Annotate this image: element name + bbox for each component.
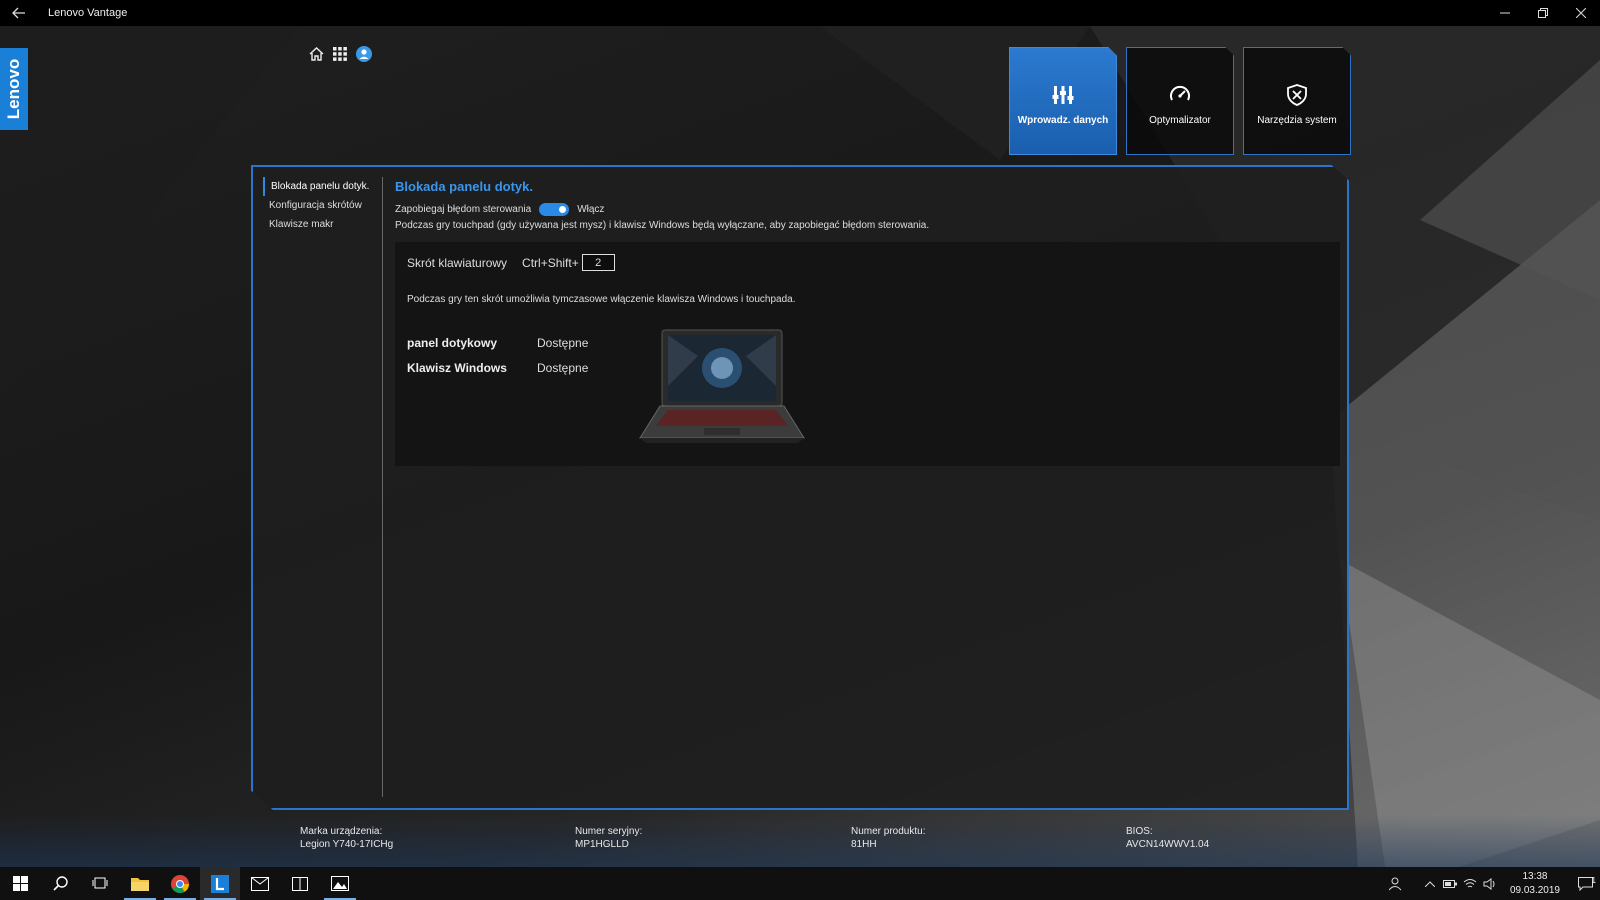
restore-icon[interactable] <box>1524 0 1562 26</box>
lenovo-vantage-icon[interactable] <box>200 867 240 900</box>
status-row: Klawisz Windows Dostępne <box>407 355 588 380</box>
tile-input[interactable]: Wprowadz. danych <box>1009 47 1117 155</box>
prevent-errors-toggle[interactable] <box>539 202 570 216</box>
system-tray: 13:38 09.03.2019 1 <box>1386 867 1600 900</box>
serial-info: Numer seryjny: MP1HGLLD <box>575 825 642 851</box>
main-panel: Blokada panelu dotyk. Konfiguracja skrót… <box>251 165 1349 810</box>
status-value: Dostępne <box>537 360 589 375</box>
input-sliders-icon <box>1052 85 1074 104</box>
home-icon[interactable] <box>308 46 324 62</box>
bios-value: AVCN14WWV1.04 <box>1126 839 1210 850</box>
tile-optimizer[interactable]: Optymalizator <box>1126 47 1234 155</box>
apps-grid-icon[interactable] <box>332 46 348 62</box>
device-info: Marka urządzenia: Legion Y740-17ICHg <box>300 825 393 851</box>
volume-icon[interactable] <box>1480 877 1500 890</box>
tile-input-label: Wprowadz. danych <box>1017 114 1109 126</box>
speedometer-icon <box>1170 85 1190 100</box>
people-icon[interactable] <box>1386 877 1406 891</box>
status-row: panel dotykowy Dostępne <box>407 330 588 355</box>
photos-icon[interactable] <box>320 867 360 900</box>
top-nav-icons <box>308 46 372 62</box>
back-arrow-icon[interactable] <box>0 0 38 26</box>
serial-label: Numer seryjny: <box>575 826 643 837</box>
tile-optimizer-label: Optymalizator <box>1149 114 1211 126</box>
tools-shield-icon <box>1287 83 1307 106</box>
product-label: Numer produktu: <box>851 826 926 837</box>
close-icon[interactable] <box>1562 0 1600 26</box>
logo-text: Lenovo <box>4 58 24 120</box>
product-info: Numer produktu: 81HH <box>851 825 925 851</box>
sidenav-item-touchpad-lock[interactable]: Blokada panelu dotyk. <box>263 177 382 196</box>
wifi-icon[interactable] <box>1460 878 1480 889</box>
title-bar: Lenovo Vantage <box>0 0 1600 26</box>
search-icon[interactable] <box>40 867 80 900</box>
clock[interactable]: 13:38 09.03.2019 <box>1510 870 1560 898</box>
toggle-knob <box>559 205 567 213</box>
page-title: Blokada panelu dotyk. <box>395 179 533 194</box>
bios-label: BIOS: <box>1126 826 1153 837</box>
tile-tools[interactable]: Narzędzia system <box>1243 47 1351 155</box>
clock-time: 13:38 <box>1522 870 1548 882</box>
mail-icon[interactable] <box>240 867 280 900</box>
feature-description: Podczas gry touchpad (gdy używana jest m… <box>395 220 930 231</box>
status-table: panel dotykowy Dostępne Klawisz Windows … <box>407 330 588 380</box>
toggle-state: Włącz <box>577 203 605 215</box>
status-name: Klawisz Windows <box>407 360 507 375</box>
shortcut-combo: Ctrl+Shift+ <box>522 255 579 270</box>
sidenav: Blokada panelu dotyk. Konfiguracja skrót… <box>263 177 383 797</box>
shortcut-description: Podczas gry ten skrót umożliwia tymczaso… <box>407 294 796 305</box>
account-icon[interactable] <box>356 46 372 62</box>
content-area: Blokada panelu dotyk. Zapobiegaj błędom … <box>395 179 1345 466</box>
notification-icon[interactable]: 1 <box>1570 875 1600 891</box>
laptop-image <box>639 329 805 443</box>
device-value: Legion Y740-17ICHg <box>300 839 394 850</box>
notification-count: 1 <box>1591 875 1596 885</box>
shortcut-row: Skrót klawiaturowy Ctrl+Shift+ <box>407 254 615 271</box>
clock-date: 09.03.2019 <box>1509 884 1560 896</box>
product-value: 81HH <box>851 839 877 850</box>
chevron-up-icon[interactable] <box>1420 880 1440 887</box>
file-explorer-icon[interactable] <box>120 867 160 900</box>
battery-icon[interactable] <box>1440 879 1460 888</box>
shortcut-key-input[interactable] <box>581 254 615 271</box>
sidenav-item-macro-keys[interactable]: Klawisze makr <box>263 215 382 234</box>
bios-info: BIOS: AVCN14WWV1.04 <box>1126 825 1209 851</box>
task-view-icon[interactable] <box>80 867 120 900</box>
taskbar: 13:38 09.03.2019 1 <box>0 867 1600 900</box>
status-value: Dostępne <box>537 335 589 350</box>
shortcut-label: Skrót klawiaturowy <box>407 255 508 270</box>
toggle-label: Zapobiegaj błędom sterowania <box>395 203 532 215</box>
serial-value: MP1HGLLD <box>575 839 629 850</box>
tile-tools-label: Narzędzia system <box>1257 114 1337 126</box>
minimize-icon[interactable] <box>1486 0 1524 26</box>
windows-start-icon[interactable] <box>0 867 40 900</box>
toggle-row: Zapobiegaj błędom sterowania Włącz <box>395 200 1345 218</box>
window-title: Lenovo Vantage <box>48 7 128 19</box>
device-label: Marka urządzenia: <box>300 826 383 837</box>
shortcut-section: Skrót klawiaturowy Ctrl+Shift+ Podczas g… <box>395 242 1340 466</box>
app-icon[interactable] <box>280 867 320 900</box>
status-name: panel dotykowy <box>407 335 498 350</box>
chrome-icon[interactable] <box>160 867 200 900</box>
sidenav-item-shortcut-config[interactable]: Konfiguracja skrótów <box>263 196 382 215</box>
device-info-bar: Marka urządzenia: Legion Y740-17ICHg Num… <box>0 815 1600 867</box>
lenovo-logo: Lenovo <box>0 48 28 130</box>
